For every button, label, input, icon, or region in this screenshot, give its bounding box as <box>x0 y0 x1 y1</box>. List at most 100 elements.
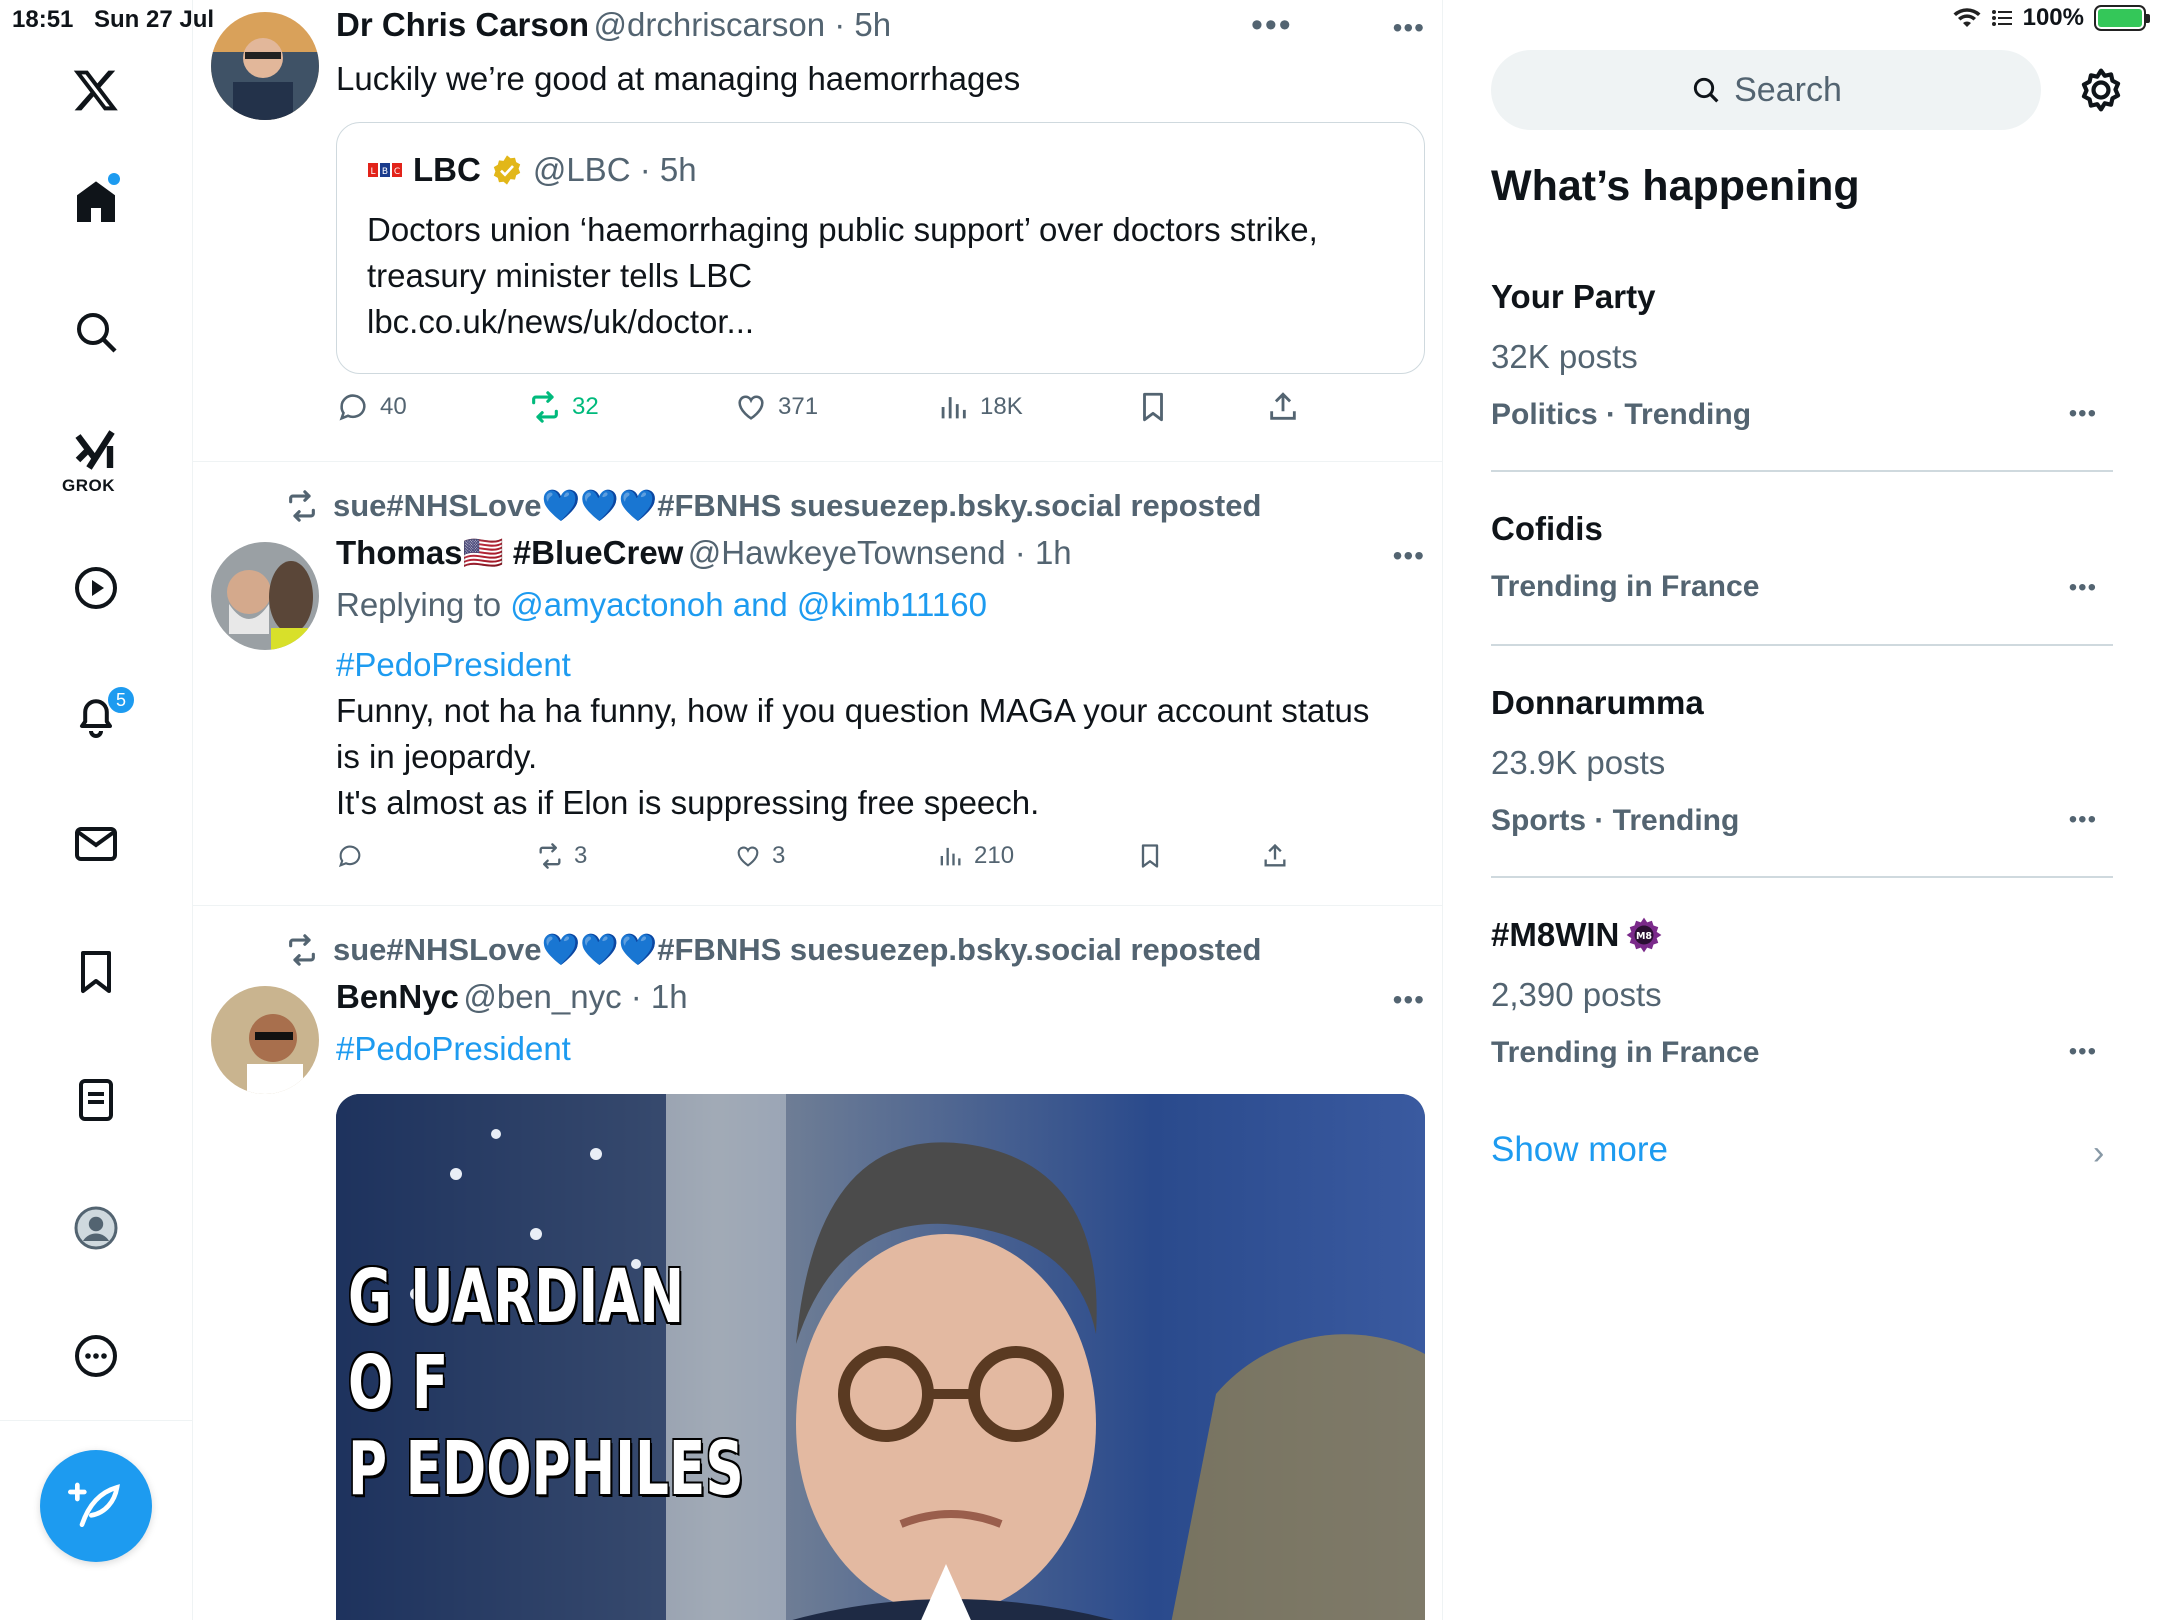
reply-button[interactable] <box>336 842 374 870</box>
repost-attribution[interactable]: sue#NHSLove💙💙💙#FBNHS suesuezep.bsky.soci… <box>285 487 1425 524</box>
tweet-header: BenNyc @ben_nyc · 1h <box>336 978 1425 1016</box>
reply-button[interactable]: 40 <box>336 390 407 424</box>
avatar[interactable] <box>211 12 319 120</box>
replying-to-users[interactable]: @amyactonoh and @kimb11160 <box>510 586 987 623</box>
views-button[interactable]: 18K <box>936 390 1023 424</box>
avatar[interactable] <box>211 986 319 1094</box>
verified-gold-badge-icon <box>493 155 521 185</box>
heart-icon <box>737 846 759 867</box>
bookmark-button[interactable] <box>1136 842 1164 870</box>
trend-item[interactable]: Your Party 32K posts Politics · Trending… <box>1491 278 2113 432</box>
m8-logo-icon: M8 <box>1626 917 1662 953</box>
compose-feather-icon <box>68 1482 120 1527</box>
trend-category: Trending in France <box>1491 570 1760 603</box>
lists-icon[interactable] <box>64 1068 128 1132</box>
share-button[interactable] <box>1266 390 1300 424</box>
tweet[interactable]: sue#NHSLove💙💙💙#FBNHS suesuezep.bsky.soci… <box>193 906 1442 1620</box>
trend-item[interactable]: #M8WIN M8 2,390 posts Trending in France… <box>1491 916 2113 1070</box>
x-logo-icon[interactable] <box>64 58 128 122</box>
hashtag-link[interactable]: #PedoPresident <box>336 1026 1425 1072</box>
tweet[interactable]: Dr Chris Carson @drchriscarson · 5h ••• … <box>193 0 1442 462</box>
search-placeholder: Search <box>1734 70 1842 109</box>
trend-divider <box>1491 644 2113 646</box>
trend-category: Trending in France <box>1491 1036 1760 1069</box>
avatar[interactable] <box>211 542 319 650</box>
trend-more-button[interactable]: ••• <box>2069 1038 2097 1066</box>
trend-more-button[interactable]: ••• <box>2069 400 2097 428</box>
home-unread-dot <box>108 173 120 185</box>
repost-count: 32 <box>572 393 599 420</box>
bookmark-button[interactable] <box>1136 390 1170 424</box>
compose-post-button[interactable] <box>40 1450 152 1562</box>
show-more-link[interactable]: Show more <box>1491 1130 1668 1170</box>
tweet-text: Funny, not ha ha funny, how if you quest… <box>336 688 1425 826</box>
bookmarks-icon[interactable] <box>64 940 128 1004</box>
repost-button[interactable]: 3 <box>536 842 587 870</box>
tweet-text-line: Funny, not ha ha funny, how if you quest… <box>336 692 1370 729</box>
svg-text:L: L <box>370 167 375 177</box>
tweet[interactable]: sue#NHSLove💙💙💙#FBNHS suesuezep.bsky.soci… <box>193 462 1442 906</box>
bookmark-icon <box>1141 844 1159 868</box>
tweet-actions: 40 32 371 18K <box>336 390 1336 434</box>
author-name[interactable]: Dr Chris Carson <box>336 6 589 43</box>
repost-attribution-text: sue#NHSLove💙💙💙#FBNHS suesuezep.bsky.soci… <box>333 932 1262 967</box>
repost-icon <box>532 391 558 423</box>
trend-item[interactable]: Cofidis Trending in France ••• <box>1491 510 2113 604</box>
trend-item[interactable]: Donnarumma 23.9K posts Sports · Trending… <box>1491 684 2113 838</box>
like-button[interactable]: 3 <box>734 842 785 870</box>
quote-author-handle: @LBC · 5h <box>532 151 697 188</box>
repost-attribution[interactable]: sue#NHSLove💙💙💙#FBNHS suesuezep.bsky.soci… <box>285 931 1425 968</box>
author-handle[interactable]: @drchriscarson · 5h <box>594 6 892 43</box>
repost-small-icon <box>289 489 315 522</box>
trend-divider <box>1491 470 2113 472</box>
tweet-text-line: It's almost as if Elon is suppressing fr… <box>336 784 1040 821</box>
messages-mail-icon[interactable] <box>64 812 128 876</box>
quote-text: Doctors union ‘haemorrhaging public supp… <box>367 211 1318 294</box>
left-nav: GROK 5 <box>0 0 193 1620</box>
search-input[interactable]: Search <box>1491 50 2041 130</box>
repost-icon <box>539 843 561 869</box>
author-name[interactable]: Thomas🇺🇸 #BlueCrew <box>336 534 683 571</box>
views-chart-icon <box>941 397 966 419</box>
bookmark-icon <box>1143 392 1163 422</box>
repost-button[interactable]: 32 <box>528 390 599 424</box>
trend-category: Politics · Trending <box>1491 398 1752 431</box>
tweet-more-button[interactable]: ••• <box>1393 984 1425 1016</box>
nav-divider <box>0 1420 193 1421</box>
timeline: ••• Dr Chris Carson @drchriscarson · 5h … <box>193 0 1443 1620</box>
tweet-more-button[interactable]: ••• <box>1393 540 1425 572</box>
image-caption: G UARDIAN O F P EDOPHILES <box>348 1254 744 1512</box>
search-icon[interactable] <box>64 300 128 364</box>
views-count: 210 <box>974 842 1015 869</box>
svg-text:B: B <box>382 167 388 177</box>
quoted-tweet[interactable]: LBC LBC @LBC · 5h Doctors union ‘haemorr… <box>336 122 1425 374</box>
trend-posts: 23.9K posts <box>1491 744 1666 781</box>
hashtag-link[interactable]: #PedoPresident <box>336 642 1425 688</box>
tweet-text: Luckily we’re good at managing haemorrha… <box>336 60 1021 97</box>
repost-attribution-text: sue#NHSLove💙💙💙#FBNHS suesuezep.bsky.soci… <box>333 488 1262 523</box>
author-name[interactable]: BenNyc <box>336 978 459 1015</box>
author-handle[interactable]: @HawkeyeTownsend · 1h <box>688 534 1072 571</box>
share-button[interactable] <box>1261 842 1289 870</box>
trend-more-button[interactable]: ••• <box>2069 806 2097 834</box>
tweet-more-button[interactable]: ••• <box>1393 12 1425 44</box>
tweet-image[interactable]: G UARDIAN O F P EDOPHILES <box>336 1094 1425 1620</box>
lbc-logo-icon: LBC <box>368 163 402 177</box>
trend-more-button[interactable]: ••• <box>2069 574 2097 602</box>
svg-text:C: C <box>394 167 400 177</box>
author-handle[interactable]: @ben_nyc · 1h <box>463 978 687 1015</box>
like-button[interactable]: 371 <box>734 390 818 424</box>
trend-name-row: #M8WIN M8 <box>1491 916 2113 954</box>
trend-name: #M8WIN <box>1491 916 1620 953</box>
video-play-icon[interactable] <box>64 556 128 620</box>
grok-icon[interactable] <box>64 420 128 484</box>
views-button[interactable]: 210 <box>936 842 1014 870</box>
share-icon <box>1264 843 1286 867</box>
more-options-icon[interactable] <box>64 1324 128 1388</box>
trend-name: Your Party <box>1491 278 1656 315</box>
settings-gear-icon[interactable] <box>2073 62 2129 118</box>
right-sidebar: Search What’s happening Your Party 32K p… <box>1443 0 2160 1620</box>
profile-avatar-icon[interactable] <box>64 1196 128 1260</box>
quote-link[interactable]: lbc.co.uk/news/uk/doctor... <box>367 299 754 345</box>
trend-posts: 2,390 posts <box>1491 976 1662 1013</box>
